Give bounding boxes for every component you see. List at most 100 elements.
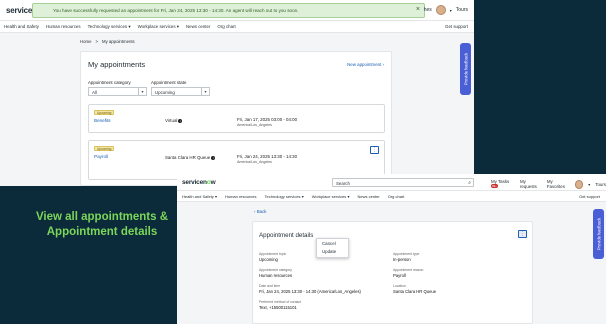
appointment-title-link[interactable]: Payroll xyxy=(94,154,108,159)
field-label: Appointment type xyxy=(393,252,420,256)
caption-line-1: View all appointments & xyxy=(35,211,169,223)
main-nav: Health and Safety Human resources Techno… xyxy=(0,21,474,33)
appointment-timezone: America/Los_Angeles xyxy=(237,160,272,164)
header-partial-text[interactable]: hes xyxy=(424,7,432,13)
provide-feedback-button[interactable]: Provide feedback xyxy=(460,43,471,95)
breadcrumb-separator: > xyxy=(95,39,98,44)
caption-line-2: Appointment details xyxy=(46,226,158,238)
toast-message: You have successfully requested an appoi… xyxy=(53,8,299,13)
chevron-down-icon: ▾ xyxy=(301,194,304,199)
appointment-details-card: Appointment details ⋮ Appointment topic … xyxy=(252,221,533,324)
more-options-button[interactable]: ⋮ xyxy=(518,230,527,238)
top-header: servicenow You have successfully request… xyxy=(0,0,474,21)
field-label: Appointment topic xyxy=(259,252,287,256)
field-value: Fri, Jan 24, 2025 13:30 - 14:30 (America… xyxy=(259,289,361,294)
field-label: Date and time xyxy=(259,284,281,288)
chevron-down-icon: ▾ xyxy=(128,24,131,29)
field-value: Text, +15500115101 xyxy=(259,305,297,310)
my-requests-link[interactable]: My requests xyxy=(520,179,542,189)
options-dropdown-menu: Cancel Update xyxy=(316,238,349,258)
field-value: Santa Clara HR Queue xyxy=(393,289,437,294)
page-title: Appointment details xyxy=(259,232,314,239)
header-user-area: hes ▾ Tours xyxy=(424,5,468,15)
field-value: Upcoming xyxy=(259,257,278,262)
back-link[interactable]: ‹ Back xyxy=(254,209,266,214)
chevron-down-icon: ▾ xyxy=(201,88,209,95)
appointment-details-window: servicenow Search ⌕ My Tasks 99+ My requ… xyxy=(177,174,606,324)
category-filter-select[interactable]: All ▾ xyxy=(88,87,147,96)
chevron-left-icon: ‹ xyxy=(254,209,256,214)
nav-workplace-services[interactable]: Workplace services ▾ xyxy=(312,194,350,199)
chevron-down-icon: ▾ xyxy=(214,194,217,199)
main-nav: Health and Safety ▾ Human resources Tech… xyxy=(177,191,606,202)
appointment-datetime: Fri, Jan 24, 2025 13:30 - 14:30 xyxy=(237,154,298,159)
chevron-down-icon[interactable]: ▾ xyxy=(588,182,590,187)
appointment-title-link[interactable]: Benefits xyxy=(94,118,111,123)
appointment-location: Santa Clara HR Queue i xyxy=(165,155,216,160)
breadcrumb-current: My appointments xyxy=(101,39,135,44)
nav-technology-services[interactable]: Technology services ▾ xyxy=(265,194,304,199)
chevron-down-icon: ▾ xyxy=(347,194,350,199)
get-support-link[interactable]: Get support xyxy=(579,194,600,199)
nav-workplace-services[interactable]: Workplace services ▾ xyxy=(138,24,179,30)
state-filter-select[interactable]: Upcoming ▾ xyxy=(151,87,210,96)
state-filter-label: Appointment state xyxy=(151,80,187,85)
page-content: Home > My appointments My appointments N… xyxy=(0,33,474,186)
header-links: My Tasks 99+ My requests My Favorites ▾ … xyxy=(491,179,606,189)
appointments-card: My appointments New appointment › Appoin… xyxy=(80,51,392,186)
status-badge: Upcoming xyxy=(94,146,115,151)
servicenow-logo[interactable]: servicenow xyxy=(182,179,216,186)
nav-human-resources[interactable]: Human resources xyxy=(46,24,81,30)
close-icon[interactable]: × xyxy=(416,6,420,13)
nav-org-chart[interactable]: Org chart xyxy=(217,24,235,30)
avatar[interactable] xyxy=(574,179,584,189)
get-support-link[interactable]: Get support xyxy=(445,24,468,29)
info-icon: i xyxy=(211,155,216,160)
appointment-timezone: America/Los_Angeles xyxy=(237,123,272,127)
field-value: Payroll xyxy=(393,273,406,278)
search-icon[interactable]: ⌕ xyxy=(468,180,471,186)
user-name[interactable]: Tours xyxy=(595,182,606,187)
field-label: Appointment category xyxy=(259,268,292,272)
caption: View all appointments & Appointment deta… xyxy=(24,210,180,240)
field-label: Preferred method of contact xyxy=(259,300,302,304)
cancel-menu-item[interactable]: Cancel xyxy=(317,239,348,247)
chevron-right-icon: › xyxy=(382,62,384,67)
avatar[interactable] xyxy=(435,5,446,15)
chevron-down-icon: ▾ xyxy=(176,24,179,29)
field-value: Human resources xyxy=(259,273,293,278)
my-tasks-link[interactable]: My Tasks 99+ xyxy=(491,179,515,189)
top-header: servicenow Search ⌕ My Tasks 99+ My requ… xyxy=(177,174,606,191)
breadcrumb: Home > My appointments xyxy=(80,39,135,44)
info-icon: i xyxy=(178,118,183,123)
nav-news-center[interactable]: News center xyxy=(357,194,379,199)
appointment-item: Upcoming Benefits Virtual i Fri, Jan 17, … xyxy=(88,104,385,133)
search-input[interactable]: Search ⌕ xyxy=(332,178,474,187)
nav-health-safety[interactable]: Health and Safety xyxy=(4,24,39,30)
update-menu-item[interactable]: Update xyxy=(317,247,348,255)
field-label: Appointment reason xyxy=(393,268,424,272)
provide-feedback-button[interactable]: Provide feedback xyxy=(593,209,604,259)
category-filter-label: Appointment category xyxy=(88,80,131,85)
nav-human-resources[interactable]: Human resources xyxy=(225,194,257,199)
nav-org-chart[interactable]: Org chart xyxy=(388,194,405,199)
tasks-count-badge: 99+ xyxy=(491,184,498,188)
appointments-list-window: servicenow You have successfully request… xyxy=(0,0,474,186)
new-appointment-link[interactable]: New appointment › xyxy=(347,62,384,67)
chevron-down-icon: ▾ xyxy=(138,88,146,95)
nav-health-safety[interactable]: Health and Safety ▾ xyxy=(182,194,217,199)
more-options-button[interactable]: ⋮ xyxy=(370,146,379,154)
field-label: Location xyxy=(393,284,406,288)
appointment-location: Virtual i xyxy=(165,118,183,123)
nav-technology-services[interactable]: Technology services ▾ xyxy=(88,24,131,30)
user-name[interactable]: Tours xyxy=(456,7,468,13)
chevron-down-icon[interactable]: ▾ xyxy=(450,8,452,13)
appointment-datetime: Fri, Jan 17, 2025 03:00 - 04:00 xyxy=(237,117,298,122)
nav-news-center[interactable]: News center xyxy=(186,24,210,30)
success-toast: You have successfully requested an appoi… xyxy=(32,3,425,18)
field-value: In-person xyxy=(393,257,411,262)
page-title: My appointments xyxy=(88,60,146,69)
my-favorites-link[interactable]: My Favorites xyxy=(547,179,570,189)
page-content: ‹ Back Appointment details ⋮ Appointment… xyxy=(177,202,606,324)
breadcrumb-home[interactable]: Home xyxy=(80,39,91,44)
